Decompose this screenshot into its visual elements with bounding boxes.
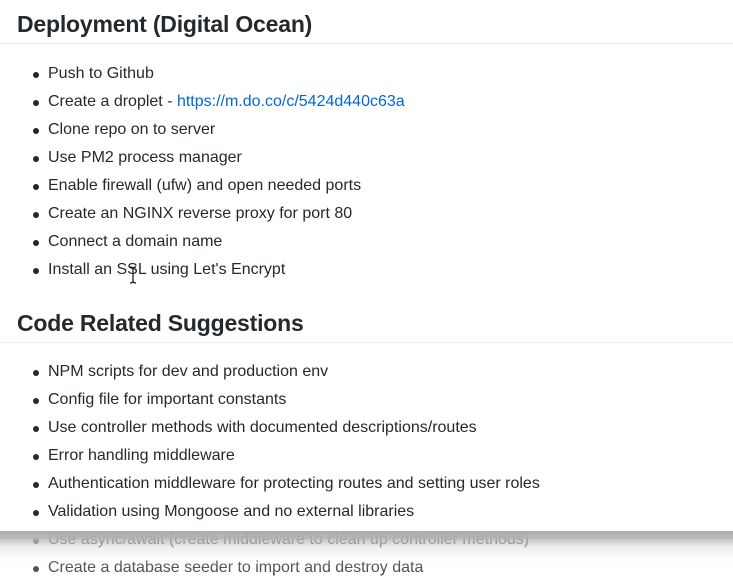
- droplet-referral-link[interactable]: https://m.do.co/c/5424d440c63a: [177, 93, 405, 110]
- section-heading-deployment: Deployment (Digital Ocean): [0, 10, 733, 44]
- scroll-overlay-bar: [0, 531, 733, 539]
- list-item-text: NPM scripts for dev and production env: [48, 363, 329, 380]
- list-item-text: Connect a domain name: [48, 233, 223, 250]
- section-heading-code-suggestions: Code Related Suggestions: [0, 309, 733, 343]
- list-item-text: Install an SSL using Let's Encrypt: [48, 261, 286, 278]
- list-item: Use controller methods with documented d…: [0, 416, 733, 444]
- list-item: Validation using Mongoose and no externa…: [0, 500, 733, 528]
- list-item: Install an SSL using Let's Encrypt: [0, 258, 733, 286]
- list-item: Create a droplet - https://m.do.co/c/542…: [0, 90, 733, 118]
- list-item: Clone repo on to server: [0, 118, 733, 146]
- list-item: Push to Github: [0, 62, 733, 90]
- code-suggestions-list: NPM scripts for dev and production env C…: [0, 360, 733, 584]
- list-item-text: Create a database seeder to import and d…: [48, 559, 424, 576]
- list-item-text: Validation using Mongoose and no externa…: [48, 503, 415, 520]
- markdown-page: Deployment (Digital Ocean) Push to Githu…: [0, 0, 733, 576]
- list-item: Connect a domain name: [0, 230, 733, 258]
- list-item-text: Config file for important constants: [48, 391, 287, 408]
- list-item: Create an NGINX reverse proxy for port 8…: [0, 202, 733, 230]
- list-item-text: Create an NGINX reverse proxy for port 8…: [48, 205, 353, 222]
- list-item: Authentication middleware for protecting…: [0, 472, 733, 500]
- list-item-text: Error handling middleware: [48, 447, 235, 464]
- list-item-text: Use PM2 process manager: [48, 149, 242, 166]
- list-item-text: Authentication middleware for protecting…: [48, 475, 540, 492]
- list-item: Enable firewall (ufw) and open needed po…: [0, 174, 733, 202]
- list-item: Error handling middleware: [0, 444, 733, 472]
- list-item-text: Create a droplet -: [48, 93, 177, 110]
- list-item: Create a database seeder to import and d…: [0, 556, 733, 584]
- list-item-text: Enable firewall (ufw) and open needed po…: [48, 177, 362, 194]
- list-item-text: Clone repo on to server: [48, 121, 216, 138]
- list-item-text: Use controller methods with documented d…: [48, 419, 477, 436]
- list-item: Use PM2 process manager: [0, 146, 733, 174]
- deployment-list: Push to Github Create a droplet - https:…: [0, 62, 733, 286]
- text-cursor-icon: [129, 266, 137, 284]
- list-item-text: Push to Github: [48, 65, 154, 82]
- list-item: Config file for important constants: [0, 388, 733, 416]
- list-item: NPM scripts for dev and production env: [0, 360, 733, 388]
